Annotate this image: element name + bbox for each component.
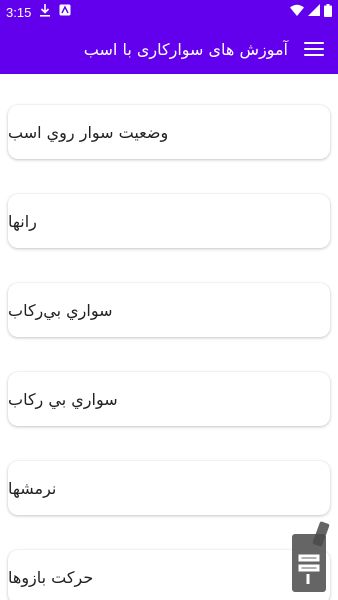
list-item-label: رانها [8, 211, 37, 231]
list-item[interactable]: نرمشها [8, 461, 330, 515]
store-logo-icon [286, 520, 332, 596]
status-left: 3:15 [6, 3, 71, 21]
list-item-label: حركت بازوها [8, 567, 94, 587]
list-item-label: سواري بي‌ركاب [8, 300, 113, 320]
download-icon [39, 3, 51, 21]
list-item[interactable]: حركت بازوها [8, 550, 330, 600]
app-notification-icon [59, 4, 71, 20]
list-item[interactable]: سواري بي‌ركاب [8, 283, 330, 337]
list-item[interactable]: وضعيت سوار روي اسب [8, 105, 330, 159]
status-bar: 3:15 [0, 0, 338, 24]
list-item-label: وضعيت سوار روي اسب [8, 122, 169, 142]
list-item[interactable]: رانها [8, 194, 330, 248]
status-time: 3:15 [6, 4, 32, 20]
list-item-label: سواري بي ركاب [8, 389, 118, 409]
signal-icon [308, 4, 320, 20]
app-bar: آموزش های سوارکاری با اسب [0, 24, 338, 74]
battery-icon [324, 3, 332, 21]
status-right [290, 3, 332, 21]
app-title: آموزش های سوارکاری با اسب [83, 39, 288, 59]
wifi-icon [290, 4, 304, 20]
list-item-label: نرمشها [8, 478, 57, 498]
list-item[interactable]: سواري بي ركاب [8, 372, 330, 426]
hamburger-menu-icon[interactable] [304, 42, 324, 56]
